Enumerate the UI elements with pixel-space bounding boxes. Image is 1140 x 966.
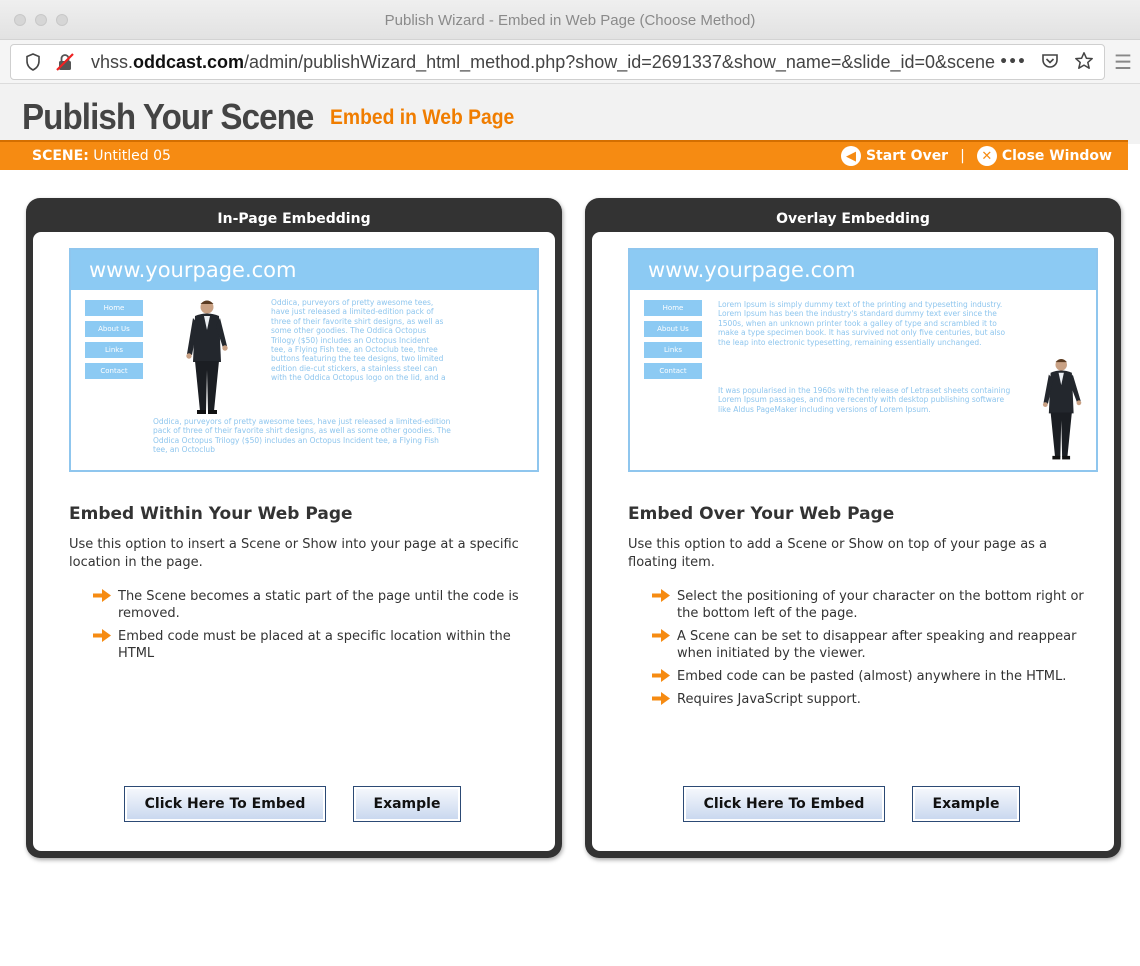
section-title: Embed Within Your Web Page [69, 504, 353, 524]
example-button[interactable]: Example [353, 786, 461, 822]
url-actions: ••• [999, 51, 1094, 76]
header-separator: | [960, 148, 965, 164]
orange-arrow-icon [652, 629, 670, 642]
embed-button[interactable]: Click Here To Embed [683, 786, 885, 822]
preview-nav-item: Home [644, 300, 702, 316]
preview-nav-item: Links [644, 342, 702, 358]
overlay-embedding-panel: Overlay Embedding www.yourpage.com Home … [585, 198, 1121, 858]
page-actions-icon[interactable]: ••• [999, 51, 1026, 76]
url-text[interactable]: vhss.oddcast.com/admin/publishWizard_htm… [91, 52, 996, 73]
preview-nav-item: Contact [85, 363, 143, 379]
orange-arrow-icon [652, 692, 670, 705]
list-item: Embed code must be placed at a specific … [93, 628, 543, 662]
section-title: Embed Over Your Web Page [628, 504, 895, 524]
preview-body-text-lower: Oddica, purveyors of pretty awesome tees… [153, 417, 451, 455]
feature-list: The Scene becomes a static part of the p… [93, 588, 543, 668]
list-item-text: The Scene becomes a static part of the p… [118, 589, 519, 621]
close-window-button[interactable]: ✕ Close Window [976, 146, 1112, 166]
window-titlebar: Publish Wizard - Embed in Web Page (Choo… [0, 0, 1140, 40]
back-arrow-icon: ◀ [840, 146, 861, 166]
overlay-preview-image: www.yourpage.com Home About Us Links Con… [628, 248, 1098, 472]
avatar-character-icon [186, 300, 228, 414]
close-window-label: Close Window [1001, 148, 1112, 164]
list-item: Requires JavaScript support. [652, 691, 1102, 708]
preview-body-text: Lorem Ipsum is simply dummy text of the … [718, 300, 1006, 347]
panel-heading: In-Page Embedding [217, 211, 371, 227]
page-title: Publish Your Scene [22, 96, 314, 137]
list-item: Select the positioning of your character… [652, 588, 1102, 622]
start-over-label: Start Over [865, 148, 949, 164]
in-page-preview-image: www.yourpage.com Home About Us Links Con… [69, 248, 539, 472]
preview-site-title: www.yourpage.com [630, 250, 1096, 290]
scene-bar: SCENE: Untitled 05 ◀ Start Over | ✕ Clos… [0, 140, 1128, 170]
hamburger-menu-icon[interactable]: ☰ [1114, 50, 1132, 74]
scene-label: SCENE: [32, 148, 89, 164]
preview-body-text-lower: It was popularised in the 1960s with the… [718, 386, 1011, 414]
scene-name: Untitled 05 [93, 148, 171, 164]
shield-icon[interactable] [25, 53, 41, 75]
avatar-character-icon [1042, 359, 1082, 460]
window-title: Publish Wizard - Embed in Web Page (Choo… [384, 12, 756, 29]
browser-toolbar: vhss.oddcast.com/admin/publishWizard_htm… [0, 40, 1140, 84]
orange-arrow-icon [93, 629, 111, 642]
start-over-button[interactable]: ◀ Start Over [840, 146, 949, 166]
preview-site-title: www.yourpage.com [71, 250, 537, 290]
in-page-embedding-panel: In-Page Embedding www.yourpage.com Home … [26, 198, 562, 858]
url-host: oddcast.com [133, 52, 245, 72]
url-path: /admin/publishWizard_html_method.php?sho… [244, 52, 996, 72]
preview-nav-item: About Us [644, 321, 702, 337]
orange-arrow-icon [652, 669, 670, 682]
feature-list: Select the positioning of your character… [652, 588, 1102, 714]
panel-body: www.yourpage.com Home About Us Links Con… [33, 232, 555, 851]
page-subtitle: Embed in Web Page [330, 106, 515, 129]
url-bar[interactable]: vhss.oddcast.com/admin/publishWizard_htm… [10, 44, 1105, 80]
scene-info: SCENE: Untitled 05 [32, 148, 171, 164]
list-item-text: Select the positioning of your character… [677, 589, 1084, 621]
preview-nav-item: Home [85, 300, 143, 316]
panel-heading: Overlay Embedding [776, 211, 930, 227]
pocket-icon[interactable] [1040, 51, 1060, 76]
preview-nav: Home About Us Links Contact [644, 300, 702, 379]
example-button[interactable]: Example [912, 786, 1020, 822]
url-subdomain: vhss. [91, 52, 134, 72]
close-x-icon: ✕ [976, 146, 997, 166]
orange-arrow-icon [652, 589, 670, 602]
preview-nav-item: Contact [644, 363, 702, 379]
list-item: Embed code can be pasted (almost) anywhe… [652, 668, 1102, 685]
bookmark-star-icon[interactable] [1074, 51, 1094, 76]
list-item-text: A Scene can be set to disappear after sp… [677, 629, 1077, 661]
section-description: Use this option to insert a Scene or Sho… [69, 537, 519, 570]
orange-arrow-icon [93, 589, 111, 602]
preview-nav-item: About Us [85, 321, 143, 337]
list-item-text: Embed code can be pasted (almost) anywhe… [677, 669, 1067, 684]
list-item-text: Requires JavaScript support. [677, 692, 861, 707]
page-header: Publish Your Scene Embed in Web Page [0, 84, 1140, 144]
embed-button[interactable]: Click Here To Embed [124, 786, 326, 822]
list-item: The Scene becomes a static part of the p… [93, 588, 543, 622]
section-description: Use this option to add a Scene or Show o… [628, 537, 1048, 570]
preview-nav-item: Links [85, 342, 143, 358]
preview-body-text: Oddica, purveyors of pretty awesome tees… [271, 298, 446, 383]
preview-nav: Home About Us Links Contact [85, 300, 143, 379]
header-actions: ◀ Start Over | ✕ Close Window [840, 146, 1112, 166]
list-item-text: Embed code must be placed at a specific … [118, 629, 511, 661]
panel-body: www.yourpage.com Home About Us Links Con… [592, 232, 1114, 851]
list-item: A Scene can be set to disappear after sp… [652, 628, 1102, 662]
insecure-lock-icon[interactable] [55, 53, 75, 75]
